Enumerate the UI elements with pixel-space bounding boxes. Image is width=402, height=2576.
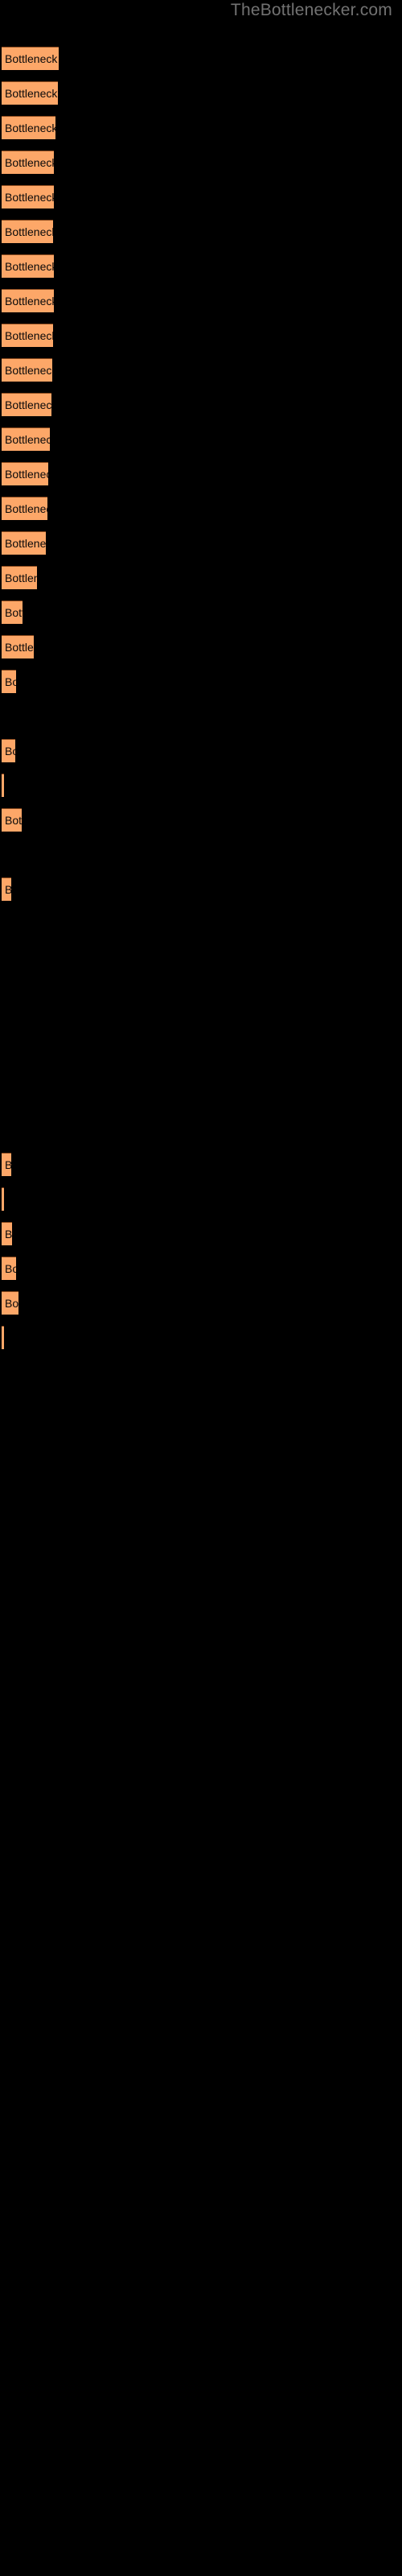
bar-label: Bottleneck result xyxy=(5,260,54,273)
bar-label: Bottleneck result xyxy=(5,398,51,411)
bar xyxy=(2,774,4,797)
bar: Bottleneck result xyxy=(2,324,53,347)
bar-label: Bottleneck result xyxy=(5,122,55,134)
bar: Bottleneck result xyxy=(2,635,34,658)
bar-label: Bottleneck result xyxy=(5,572,37,584)
bar-label: Bottleneck result xyxy=(5,87,58,100)
bar: Bottleneck result xyxy=(2,358,52,382)
bar-label: Bottleneck result xyxy=(5,191,54,204)
bar xyxy=(2,1326,4,1349)
bar-label: Bottleneck result xyxy=(5,1154,11,1176)
bar: Bottleneck result xyxy=(2,877,11,901)
bar-label: Bottleneck result xyxy=(5,745,15,758)
bar: Bottleneck result xyxy=(2,393,51,416)
bar: Bottleneck result xyxy=(2,1222,12,1245)
bar-label: Bottleneck result xyxy=(5,814,22,827)
bar: Bottleneck result xyxy=(2,116,55,139)
bar-label: Bottleneck result xyxy=(5,537,46,550)
bar-label: Bottleneck result xyxy=(5,1228,12,1241)
bar: Bottleneck result xyxy=(2,808,22,832)
bar: Bottleneck result xyxy=(2,739,15,762)
bar: Bottleneck result xyxy=(2,497,47,520)
bar: Bottleneck result xyxy=(2,81,58,105)
bar-label: Bottleneck result xyxy=(5,1262,16,1275)
bar-label: Bottleneck result xyxy=(5,329,53,342)
bar-label: Bottleneck result xyxy=(5,156,54,169)
bar: Bottleneck result xyxy=(2,1153,11,1176)
bar: Bottleneck result xyxy=(2,185,54,208)
bar-label: Bottleneck result xyxy=(5,502,47,515)
bar-label: Bottleneck result xyxy=(5,225,53,238)
bar-label: Bottleneck result xyxy=(5,675,16,688)
bar-label: Bottleneck result xyxy=(5,52,59,65)
bar-label: Bottleneck result xyxy=(5,1297,18,1310)
bar: Bottleneck result xyxy=(2,670,16,693)
bar-label: Bottleneck result xyxy=(5,468,48,481)
bar-label: Bottleneck result xyxy=(5,295,54,308)
bar: Bottleneck result xyxy=(2,531,46,555)
bar: Bottleneck result xyxy=(2,601,23,624)
bar: Bottleneck result xyxy=(2,427,50,451)
bar-label: Bottleneck result xyxy=(5,878,11,901)
bar-label: Bottleneck result xyxy=(5,641,34,654)
bar: Bottleneck result xyxy=(2,220,53,243)
bar: Bottleneck result xyxy=(2,1257,16,1280)
bar: Bottleneck result xyxy=(2,47,59,70)
bar: Bottleneck result xyxy=(2,151,54,174)
bar-label: Bottleneck result xyxy=(5,606,23,619)
bars-layer: Bottleneck result Bottleneck result Bottle… xyxy=(0,0,402,2576)
bar-label: Bottleneck result xyxy=(5,364,52,377)
bar: Bottleneck result xyxy=(2,1291,18,1315)
bar xyxy=(2,1187,4,1211)
bar: Bottleneck result xyxy=(2,462,48,485)
bar-label: Bottleneck result xyxy=(5,433,50,446)
bottleneck-bar-chart: TheBottlenecker.com Bottleneck resultBot… xyxy=(0,0,402,2576)
bar: Bottleneck result xyxy=(2,254,54,278)
bar: Bottleneck result xyxy=(2,289,54,312)
bar: Bottleneck result xyxy=(2,566,37,589)
